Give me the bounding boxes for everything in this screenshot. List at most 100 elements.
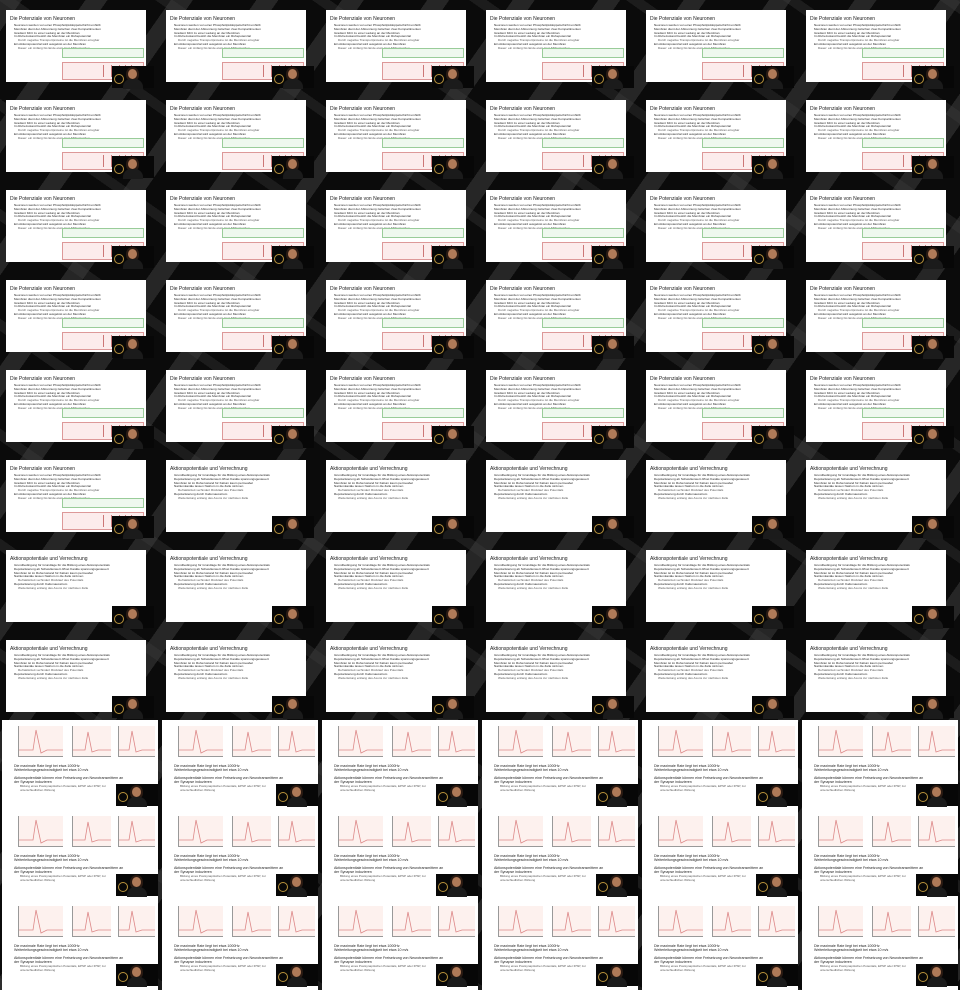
- video-thumbnail[interactable]: Die maximale Rate liegt bei etwa 1000Hz …: [480, 900, 640, 990]
- video-thumbnail[interactable]: Die Potenziale von Neuronen Neuronen wer…: [640, 0, 800, 90]
- webcam-inset: [912, 156, 954, 179]
- video-thumbnail[interactable]: Aktionspotentiale und Verrechnung Grundb…: [160, 540, 320, 630]
- logo-icon: [118, 882, 128, 892]
- video-thumbnail[interactable]: Die maximale Rate liegt bei etwa 1000Hz …: [320, 810, 480, 900]
- video-thumbnail[interactable]: Die Potenziale von Neuronen Neuronen wer…: [0, 360, 160, 450]
- video-thumbnail[interactable]: Die Potenziale von Neuronen Neuronen wer…: [0, 270, 160, 360]
- logo-icon: [278, 792, 288, 802]
- video-thumbnail[interactable]: Die Potenziale von Neuronen Neuronen wer…: [0, 180, 160, 270]
- slide-bullets: Grundbedingung für Grundlage für die Bil…: [649, 564, 774, 591]
- slide-text: Weiterleitungsgeschwindigkeit bei etwa 1…: [654, 768, 729, 772]
- video-thumbnail[interactable]: Die Potenziale von Neuronen Neuronen wer…: [800, 180, 960, 270]
- video-thumbnail[interactable]: Die Potenziale von Neuronen Neuronen wer…: [160, 0, 320, 90]
- slide-title: Aktionspotentiale und Verrechnung: [330, 556, 408, 562]
- video-thumbnail[interactable]: Die Potenziale von Neuronen Neuronen wer…: [480, 270, 640, 360]
- video-thumbnail[interactable]: Aktionspotentiale und Verrechnung Grundb…: [800, 450, 960, 540]
- video-thumbnail[interactable]: Die maximale Rate liegt bei etwa 1000Hz …: [320, 720, 480, 810]
- video-thumbnail[interactable]: Aktionspotentiale und Verrechnung Grundb…: [320, 630, 480, 720]
- video-thumbnail[interactable]: Aktionspotentiale und Verrechnung Grundb…: [480, 450, 640, 540]
- video-thumbnail[interactable]: Die Potenziale von Neuronen Neuronen wer…: [320, 270, 480, 360]
- diagram-box: [62, 318, 144, 328]
- plot: [658, 726, 703, 757]
- plot: [758, 816, 795, 847]
- slide-bullets: Grundbedingung für Grundlage für die Bil…: [169, 474, 294, 501]
- video-thumbnail[interactable]: Die maximale Rate liegt bei etwa 1000Hz …: [800, 900, 960, 990]
- webcam-inset: [272, 516, 314, 539]
- video-thumbnail[interactable]: Die Potenziale von Neuronen Neuronen wer…: [480, 180, 640, 270]
- video-thumbnail[interactable]: Die maximale Rate liegt bei etwa 1000Hz …: [160, 720, 320, 810]
- video-thumbnail[interactable]: Die Potenziale von Neuronen Neuronen wer…: [160, 270, 320, 360]
- video-thumbnail[interactable]: Die maximale Rate liegt bei etwa 1000Hz …: [160, 900, 320, 990]
- video-thumbnail[interactable]: Aktionspotentiale und Verrechnung Grundb…: [320, 540, 480, 630]
- video-thumbnail[interactable]: Aktionspotentiale und Verrechnung Grundb…: [160, 630, 320, 720]
- video-thumbnail[interactable]: Die maximale Rate liegt bei etwa 1000Hz …: [800, 720, 960, 810]
- video-thumbnail[interactable]: Die Potenziale von Neuronen Neuronen wer…: [640, 90, 800, 180]
- video-thumbnail[interactable]: Die Potenziale von Neuronen Neuronen wer…: [320, 360, 480, 450]
- video-thumbnail[interactable]: Die maximale Rate liegt bei etwa 1000Hz …: [0, 810, 160, 900]
- slide-title: Aktionspotentiale und Verrechnung: [490, 556, 568, 562]
- video-thumbnail[interactable]: Die maximale Rate liegt bei etwa 1000Hz …: [640, 720, 800, 810]
- video-thumbnail[interactable]: Die maximale Rate liegt bei etwa 1000Hz …: [160, 810, 320, 900]
- slide-bullets: Neuronen werden von einer Phospholipiddo…: [809, 114, 934, 141]
- video-thumbnail[interactable]: Die maximale Rate liegt bei etwa 1000Hz …: [800, 810, 960, 900]
- slide-bullets: Grundbedingung für Grundlage für die Bil…: [649, 654, 774, 681]
- logo-icon: [114, 164, 124, 174]
- slide-title: Die Potenziale von Neuronen: [810, 16, 876, 22]
- video-thumbnail[interactable]: Die Potenziale von Neuronen Neuronen wer…: [640, 180, 800, 270]
- video-thumbnail[interactable]: Die Potenziale von Neuronen Neuronen wer…: [800, 360, 960, 450]
- slide-text: Aktionspotentiale können eine Freisetzun…: [654, 956, 764, 964]
- video-thumbnail[interactable]: Aktionspotentiale und Verrechnung Grundb…: [160, 450, 320, 540]
- slide-title: Die Potenziale von Neuronen: [170, 376, 236, 382]
- video-thumbnail[interactable]: Aktionspotentiale und Verrechnung Grundb…: [320, 450, 480, 540]
- slide-title: Aktionspotentiale und Verrechnung: [170, 646, 248, 652]
- video-thumbnail[interactable]: Aktionspotentiale und Verrechnung Grundb…: [800, 540, 960, 630]
- video-thumbnail[interactable]: Die Potenziale von Neuronen Neuronen wer…: [480, 90, 640, 180]
- webcam-inset: [756, 874, 798, 897]
- video-thumbnail[interactable]: Die maximale Rate liegt bei etwa 1000Hz …: [0, 900, 160, 990]
- slide-bullets: Neuronen werden von einer Phospholipiddo…: [809, 294, 934, 321]
- video-thumbnail[interactable]: Die Potenziale von Neuronen Neuronen wer…: [0, 450, 160, 540]
- video-thumbnail[interactable]: Die maximale Rate liegt bei etwa 1000Hz …: [640, 810, 800, 900]
- slide-title: Aktionspotentiale und Verrechnung: [330, 646, 408, 652]
- video-thumbnail[interactable]: Die Potenziale von Neuronen Neuronen wer…: [160, 360, 320, 450]
- video-thumbnail[interactable]: Die Potenziale von Neuronen Neuronen wer…: [480, 0, 640, 90]
- video-thumbnail[interactable]: Die Potenziale von Neuronen Neuronen wer…: [800, 270, 960, 360]
- video-thumbnail[interactable]: Die maximale Rate liegt bei etwa 1000Hz …: [480, 810, 640, 900]
- slide: Die maximale Rate liegt bei etwa 1000Hz …: [642, 900, 798, 990]
- slide-title: Die Potenziale von Neuronen: [10, 106, 76, 112]
- video-thumbnail[interactable]: Die Potenziale von Neuronen Neuronen wer…: [160, 180, 320, 270]
- video-thumbnail[interactable]: Aktionspotentiale und Verrechnung Grundb…: [0, 540, 160, 630]
- logo-icon: [598, 882, 608, 892]
- slide-text: Weiterleitungsgeschwindigkeit bei etwa 1…: [174, 948, 249, 952]
- video-thumbnail[interactable]: Die Potenziale von Neuronen Neuronen wer…: [320, 0, 480, 90]
- logo-icon: [918, 792, 928, 802]
- webcam-inset: [432, 246, 474, 269]
- logo-icon: [274, 704, 284, 714]
- video-thumbnail[interactable]: Die Potenziale von Neuronen Neuronen wer…: [640, 360, 800, 450]
- slide-text: Weiterleitungsgeschwindigkeit bei etwa 1…: [654, 858, 729, 862]
- video-thumbnail[interactable]: Aktionspotentiale und Verrechnung Grundb…: [640, 540, 800, 630]
- video-thumbnail[interactable]: Die Potenziale von Neuronen Neuronen wer…: [640, 270, 800, 360]
- video-thumbnail[interactable]: Die Potenziale von Neuronen Neuronen wer…: [800, 0, 960, 90]
- video-thumbnail[interactable]: Die maximale Rate liegt bei etwa 1000Hz …: [640, 900, 800, 990]
- diagram-box: [862, 408, 944, 418]
- video-thumbnail[interactable]: Die Potenziale von Neuronen Neuronen wer…: [160, 90, 320, 180]
- video-thumbnail[interactable]: Die Potenziale von Neuronen Neuronen wer…: [0, 90, 160, 180]
- video-thumbnail[interactable]: Die Potenziale von Neuronen Neuronen wer…: [320, 180, 480, 270]
- video-thumbnail[interactable]: Aktionspotentiale und Verrechnung Grundb…: [0, 630, 160, 720]
- logo-icon: [758, 792, 768, 802]
- video-thumbnail[interactable]: Aktionspotentiale und Verrechnung Grundb…: [640, 630, 800, 720]
- video-thumbnail[interactable]: Aktionspotentiale und Verrechnung Grundb…: [640, 450, 800, 540]
- diagram-box: [62, 138, 144, 148]
- video-thumbnail[interactable]: Die Potenziale von Neuronen Neuronen wer…: [0, 0, 160, 90]
- video-thumbnail[interactable]: Die maximale Rate liegt bei etwa 1000Hz …: [320, 900, 480, 990]
- video-thumbnail[interactable]: Die Potenziale von Neuronen Neuronen wer…: [320, 90, 480, 180]
- video-thumbnail[interactable]: Aktionspotentiale und Verrechnung Grundb…: [480, 540, 640, 630]
- video-thumbnail[interactable]: Die Potenziale von Neuronen Neuronen wer…: [800, 90, 960, 180]
- video-thumbnail[interactable]: Die maximale Rate liegt bei etwa 1000Hz …: [0, 720, 160, 810]
- video-thumbnail[interactable]: Die maximale Rate liegt bei etwa 1000Hz …: [480, 720, 640, 810]
- video-thumbnail[interactable]: Die Potenziale von Neuronen Neuronen wer…: [480, 360, 640, 450]
- slide-bullets: Grundbedingung für Grundlage für die Bil…: [169, 654, 294, 681]
- video-thumbnail[interactable]: Aktionspotentiale und Verrechnung Grundb…: [800, 630, 960, 720]
- video-thumbnail[interactable]: Aktionspotentiale und Verrechnung Grundb…: [480, 630, 640, 720]
